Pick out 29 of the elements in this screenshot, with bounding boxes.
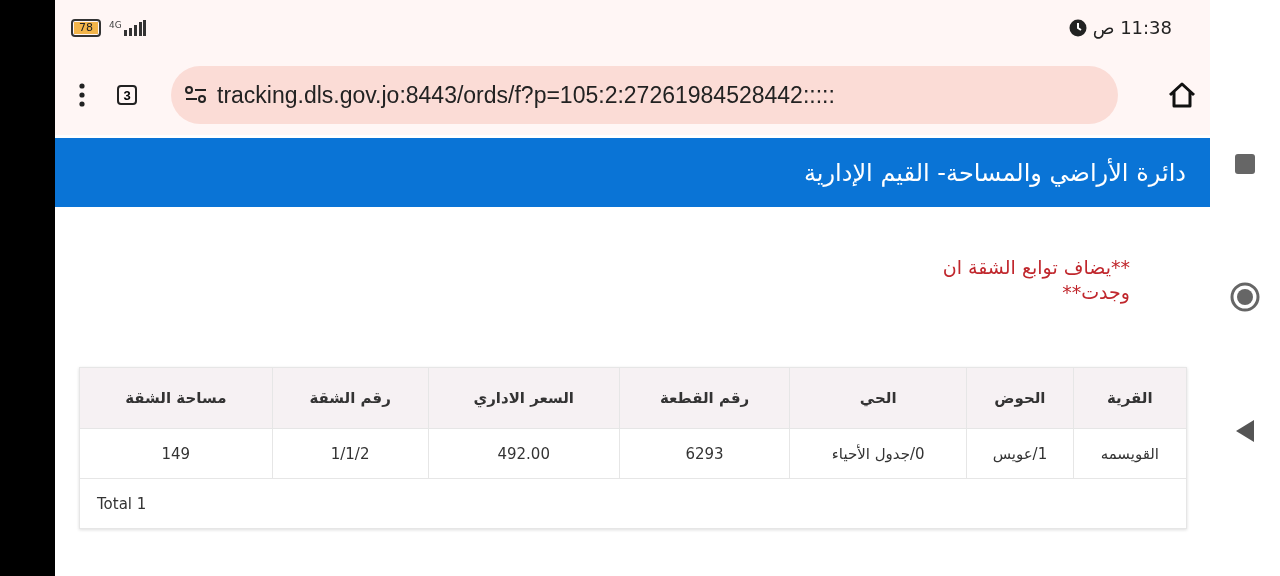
battery-indicator: 78 (71, 18, 101, 37)
alarm-icon (1068, 18, 1087, 37)
recents-icon[interactable] (1234, 153, 1256, 176)
table-cell: 492.00 (428, 428, 620, 479)
table-cell: 149 (79, 428, 273, 479)
tab-count-button[interactable]: 3 (117, 85, 137, 105)
home-icon[interactable] (1168, 82, 1196, 108)
column-header: مساحة الشقة (79, 367, 273, 429)
table-cell: 0/جدول الأحياء (789, 428, 967, 479)
network-label: 4G (109, 19, 122, 30)
address-bar[interactable]: tracking.dls.gov.jo:8443/ords/f?p=105:2:27261984528442::::: (171, 66, 1118, 124)
note-text: **يضاف توابع الشقة ان وجدت** (941, 255, 1130, 305)
column-header: رقم الشقة (272, 367, 429, 429)
clock: 11:38 ص (1092, 17, 1172, 38)
signal-icon (123, 19, 146, 36)
table-cell: 1/1/2 (272, 428, 429, 479)
column-header: الحوض (966, 367, 1074, 429)
menu-icon[interactable] (79, 83, 85, 107)
page-title: دائرة الأراضي والمساحة- القيم الإدارية (803, 158, 1186, 187)
column-header: الحي (789, 367, 967, 429)
column-header: القرية (1073, 367, 1187, 429)
table-cell: القويسمه (1073, 428, 1187, 479)
column-header: السعر الاداري (428, 367, 620, 429)
table-cell: 1/عويس (966, 428, 1074, 479)
table-cell: 6293 (619, 428, 790, 479)
column-header: رقم القطعة (619, 367, 790, 429)
site-settings-icon[interactable] (185, 85, 207, 105)
table-total: Total 1 (97, 494, 147, 513)
back-icon[interactable] (1235, 418, 1255, 443)
